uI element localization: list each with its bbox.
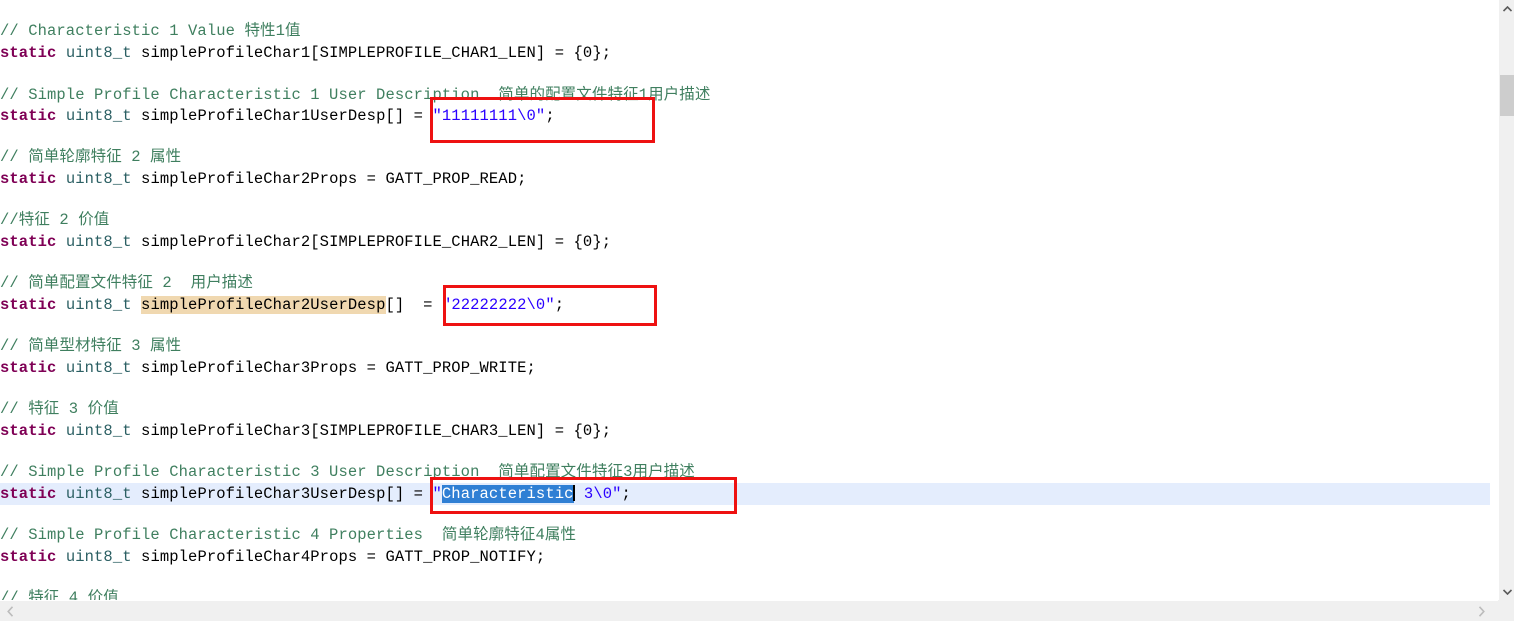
- scroll-up-arrow-icon[interactable]: [1499, 0, 1514, 17]
- scroll-down-arrow-icon[interactable]: [1499, 583, 1514, 600]
- code-line[interactable]: //特征 2 价值: [0, 209, 109, 231]
- code-token-plain: ;: [545, 107, 555, 125]
- code-token-type: uint8_t: [65, 107, 132, 125]
- vertical-scrollbar[interactable]: [1498, 0, 1514, 600]
- code-token-keyword: static: [0, 44, 57, 62]
- code-token-type: uint8_t: [65, 422, 132, 440]
- horizontal-scrollbar[interactable]: [0, 600, 1514, 621]
- code-token-keyword: static: [0, 233, 57, 251]
- code-line[interactable]: static uint8_t simpleProfileChar3UserDes…: [0, 483, 631, 505]
- code-line[interactable]: static uint8_t simpleProfileChar4Props =…: [0, 546, 545, 568]
- code-text-area[interactable]: // Characteristic 1 Value 特性1值 static uin…: [0, 0, 1490, 600]
- code-token-plain: simpleProfileChar2Props = GATT_PROP_READ…: [131, 170, 527, 188]
- code-token-string: "11111111\0": [432, 107, 546, 125]
- code-token-comment: // Simple Profile Characteristic 1 User …: [0, 86, 711, 104]
- code-line[interactable]: static uint8_t simpleProfileChar2UserDes…: [0, 294, 564, 316]
- code-token-plain: simpleProfileChar1[SIMPLEPROFILE_CHAR1_L…: [131, 44, 612, 62]
- code-token-comment: // Simple Profile Characteristic 4 Prope…: [0, 526, 577, 544]
- code-line[interactable]: static uint8_t simpleProfileChar2[SIMPLE…: [0, 231, 611, 253]
- code-token-keyword: static: [0, 107, 57, 125]
- code-token-comment: //特征 2 价值: [0, 211, 110, 229]
- code-line[interactable]: // Characteristic 1 Value 特性1值: [0, 20, 301, 42]
- code-token-plain: ;: [554, 296, 565, 314]
- code-line[interactable]: // 简单型材特征 3 属性: [0, 335, 181, 357]
- code-token-keyword: static: [0, 485, 57, 503]
- code-token-plain: [] =: [385, 296, 442, 314]
- code-token-keyword: static: [0, 422, 57, 440]
- vertical-scrollbar-thumb[interactable]: [1500, 75, 1514, 116]
- code-editor[interactable]: // Characteristic 1 Value 特性1值 static uin…: [0, 0, 1514, 621]
- scroll-right-arrow-icon[interactable]: [1473, 601, 1490, 621]
- code-token-string: 3\0": [574, 485, 622, 503]
- code-token-occurrence: simpleProfileChar2UserDesp: [141, 296, 386, 314]
- code-token-plain: simpleProfileChar3[SIMPLEPROFILE_CHAR3_L…: [131, 422, 612, 440]
- code-line[interactable]: // 简单轮廓特征 2 属性: [0, 146, 181, 168]
- code-line[interactable]: static uint8_t simpleProfileChar1UserDes…: [0, 105, 555, 127]
- code-token-type: uint8_t: [65, 359, 132, 377]
- code-token-plain: simpleProfileChar4Props = GATT_PROP_NOTI…: [131, 548, 546, 566]
- code-token-comment: // 简单轮廓特征 2 属性: [0, 148, 182, 166]
- code-line[interactable]: static uint8_t simpleProfileChar3[SIMPLE…: [0, 420, 611, 442]
- code-token-comment: // Simple Profile Characteristic 3 User …: [0, 463, 695, 481]
- code-line[interactable]: static uint8_t simpleProfileChar2Props =…: [0, 168, 527, 190]
- code-token-string: ": [432, 485, 442, 503]
- code-token-type: uint8_t: [65, 44, 132, 62]
- code-line[interactable]: // 特征 4 价值: [0, 587, 119, 600]
- code-line[interactable]: // Simple Profile Characteristic 4 Prope…: [0, 524, 576, 546]
- scrollbar-corner: [1498, 600, 1514, 621]
- code-token-comment: // 简单型材特征 3 属性: [0, 337, 182, 355]
- code-token-plain: simpleProfileChar1UserDesp[] =: [131, 107, 433, 125]
- code-token-type: uint8_t: [65, 485, 132, 503]
- code-line[interactable]: // Simple Profile Characteristic 1 User …: [0, 84, 710, 106]
- code-token-plain: simpleProfileChar2[SIMPLEPROFILE_CHAR2_L…: [131, 233, 612, 251]
- code-token-plain: simpleProfileChar3Props = GATT_PROP_WRIT…: [131, 359, 536, 377]
- code-token-keyword: static: [0, 296, 57, 314]
- code-token-keyword: static: [0, 170, 57, 188]
- code-token-type: uint8_t: [65, 296, 132, 314]
- code-token-type: uint8_t: [65, 170, 132, 188]
- code-token-plain: simpleProfileChar3UserDesp[] =: [131, 485, 433, 503]
- code-token-comment: // 特征 3 价值: [0, 400, 119, 418]
- code-token-plain: ;: [621, 485, 631, 503]
- code-token-comment: // Characteristic 1 Value 特性1值: [0, 22, 301, 40]
- code-token-string: "22222222\0": [441, 296, 555, 314]
- code-line[interactable]: // 简单配置文件特征 2 用户描述: [0, 272, 253, 294]
- scroll-left-arrow-icon[interactable]: [2, 601, 19, 621]
- code-token-comment: // 特征 4 价值: [0, 589, 119, 600]
- code-line[interactable]: // Simple Profile Characteristic 3 User …: [0, 461, 695, 483]
- code-token-comment: // 简单配置文件特征 2 用户描述: [0, 274, 254, 292]
- code-token-keyword: static: [0, 548, 57, 566]
- code-token-type: uint8_t: [65, 233, 132, 251]
- code-line[interactable]: static uint8_t simpleProfileChar3Props =…: [0, 357, 536, 379]
- code-line[interactable]: // 特征 3 价值: [0, 398, 119, 420]
- code-token-selection: Characteristic: [441, 485, 574, 503]
- code-token-type: uint8_t: [65, 548, 132, 566]
- code-line[interactable]: static uint8_t simpleProfileChar1[SIMPLE…: [0, 42, 611, 64]
- code-token-keyword: static: [0, 359, 57, 377]
